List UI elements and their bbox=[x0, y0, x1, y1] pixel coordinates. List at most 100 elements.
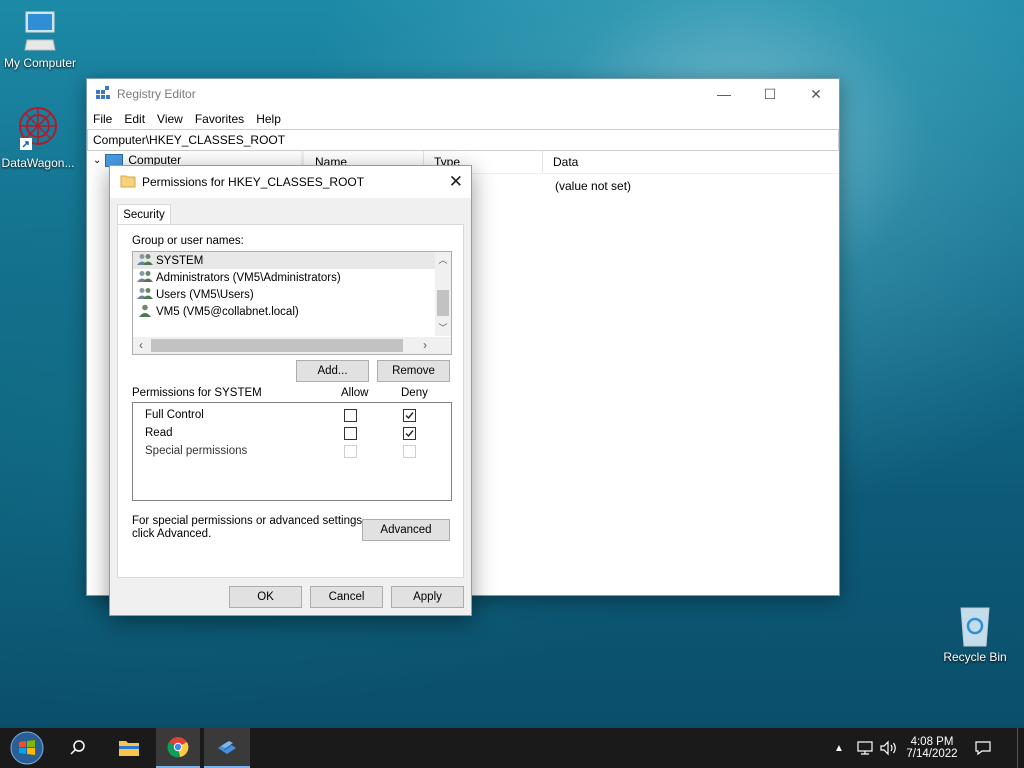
registry-title: Registry Editor bbox=[117, 87, 196, 101]
permission-row-full-control: Full Control bbox=[145, 409, 204, 421]
user-list: SYSTEM Administrators (VM5\Administrator… bbox=[132, 251, 452, 355]
chevron-down-icon[interactable]: ⌄ bbox=[93, 155, 101, 166]
desktop-icon-label: DataWagon... bbox=[1, 156, 75, 170]
user-item-users[interactable]: Users (VM5\Users) bbox=[133, 286, 451, 303]
registry-editor-icon bbox=[218, 741, 236, 754]
allow-checkbox-full-control[interactable] bbox=[344, 409, 357, 422]
desktop-icon-my-computer[interactable]: My Computer bbox=[0, 10, 80, 70]
tab-security[interactable]: Security bbox=[117, 204, 171, 225]
permission-label: Read bbox=[145, 427, 173, 439]
menu-view[interactable]: View bbox=[157, 112, 183, 126]
close-button[interactable]: ✕ bbox=[793, 79, 839, 109]
apply-button[interactable]: Apply bbox=[391, 586, 464, 608]
scrollbar-thumb[interactable] bbox=[437, 290, 449, 316]
windows-logo-icon bbox=[10, 731, 44, 765]
chevron-down-icon[interactable]: ﹀ bbox=[435, 320, 451, 336]
deny-header: Deny bbox=[401, 387, 428, 399]
start-button[interactable] bbox=[0, 728, 54, 768]
permissions-list: Full Control Read Special permissions bbox=[132, 402, 452, 501]
user-name: VM5 (VM5@collabnet.local) bbox=[156, 305, 299, 318]
deny-checkbox-full-control[interactable] bbox=[403, 409, 416, 422]
address-text: Computer\HKEY_CLASSES_ROOT bbox=[93, 133, 286, 147]
taskbar-chrome[interactable] bbox=[156, 728, 200, 768]
chevron-up-icon: ▲ bbox=[834, 742, 844, 754]
chevron-left-icon[interactable]: ‹ bbox=[133, 337, 149, 354]
menu-help[interactable]: Help bbox=[256, 112, 281, 126]
permissions-header: Permissions for SYSTEM bbox=[132, 387, 262, 399]
chevron-up-icon[interactable]: ︿ bbox=[435, 252, 451, 268]
allow-checkbox-special bbox=[344, 445, 357, 458]
permission-row-special: Special permissions bbox=[145, 445, 247, 457]
group-icon bbox=[137, 270, 153, 286]
desktop-icon-recycle-bin[interactable]: Recycle Bin bbox=[935, 602, 1015, 664]
user-item-vm5[interactable]: VM5 (VM5@collabnet.local) bbox=[133, 303, 451, 320]
allow-header: Allow bbox=[341, 387, 369, 399]
search-icon bbox=[70, 740, 85, 755]
cancel-button[interactable]: Cancel bbox=[310, 586, 383, 608]
dialog-close-button[interactable]: ✕ bbox=[449, 172, 463, 192]
add-button[interactable]: Add... bbox=[296, 360, 369, 382]
address-bar[interactable]: Computer\HKEY_CLASSES_ROOT bbox=[87, 129, 839, 151]
permission-label: Special permissions bbox=[145, 445, 248, 457]
user-item-administrators[interactable]: Administrators (VM5\Administrators) bbox=[133, 269, 451, 286]
permissions-dialog: Permissions for HKEY_CLASSES_ROOT ✕ Secu… bbox=[109, 165, 472, 616]
value-data-cell: (value not set) bbox=[555, 179, 632, 193]
user-icon bbox=[137, 304, 153, 320]
menu-bar: File Edit View Favorites Help bbox=[87, 109, 839, 129]
taskbar: ▲ 4:08 PM 7/14/2022 bbox=[0, 728, 1024, 768]
user-list-vertical-scrollbar[interactable]: ︿ ﹀ bbox=[435, 252, 451, 336]
permission-label: Full Control bbox=[145, 409, 204, 421]
desktop-icon-label: Recycle Bin bbox=[943, 650, 1007, 664]
deny-checkbox-read[interactable] bbox=[403, 427, 416, 440]
datawagon-icon bbox=[16, 104, 60, 154]
desktop-icon-datawagon[interactable]: DataWagon... bbox=[0, 104, 78, 170]
clock-time: 4:08 PM bbox=[910, 736, 954, 748]
user-item-system[interactable]: SYSTEM bbox=[133, 252, 451, 269]
user-list-horizontal-scrollbar[interactable]: ‹ › bbox=[133, 337, 451, 354]
taskbar-file-explorer[interactable] bbox=[108, 728, 150, 768]
action-center-button[interactable] bbox=[974, 728, 992, 768]
permission-row-read: Read bbox=[145, 427, 173, 439]
menu-file[interactable]: File bbox=[93, 112, 112, 126]
checkmark-icon bbox=[405, 430, 414, 438]
checkmark-icon bbox=[405, 412, 414, 420]
menu-edit[interactable]: Edit bbox=[124, 112, 145, 126]
dialog-title: Permissions for HKEY_CLASSES_ROOT bbox=[142, 175, 365, 189]
notification-icon bbox=[975, 741, 991, 756]
security-tab-panel: Group or user names: SYSTEM Administrato… bbox=[117, 224, 464, 578]
advanced-note-line-1: For special permissions or advanced sett… bbox=[132, 515, 366, 527]
recycle-bin-icon bbox=[955, 602, 995, 648]
dialog-title-bar[interactable]: Permissions for HKEY_CLASSES_ROOT ✕ bbox=[110, 166, 471, 198]
network-icon[interactable] bbox=[856, 728, 874, 768]
show-hidden-icons-button[interactable]: ▲ bbox=[834, 728, 844, 768]
advanced-button[interactable]: Advanced bbox=[362, 519, 450, 541]
chrome-icon bbox=[167, 737, 189, 758]
search-button[interactable] bbox=[58, 728, 98, 768]
show-desktop-button[interactable] bbox=[1017, 728, 1024, 768]
registry-editor-icon bbox=[95, 85, 111, 104]
group-label: Group or user names: bbox=[132, 235, 244, 247]
taskbar-registry-editor[interactable] bbox=[204, 728, 250, 768]
chevron-right-icon[interactable]: › bbox=[417, 337, 433, 354]
minimize-button[interactable]: — bbox=[701, 79, 747, 109]
allow-checkbox-read[interactable] bbox=[344, 427, 357, 440]
deny-checkbox-special bbox=[403, 445, 416, 458]
volume-icon[interactable] bbox=[879, 728, 899, 768]
clock-date: 7/14/2022 bbox=[906, 748, 958, 760]
advanced-note-line-2: click Advanced. bbox=[132, 528, 212, 540]
clock[interactable]: 4:08 PM 7/14/2022 bbox=[906, 728, 958, 768]
maximize-button[interactable]: ☐ bbox=[747, 79, 793, 109]
user-name: Users (VM5\Users) bbox=[156, 288, 254, 301]
group-icon bbox=[137, 287, 153, 303]
scrollbar-thumb[interactable] bbox=[151, 339, 403, 352]
ok-button[interactable]: OK bbox=[229, 586, 302, 608]
folder-icon bbox=[120, 174, 136, 191]
file-explorer-icon bbox=[119, 741, 139, 756]
group-icon bbox=[137, 253, 153, 269]
column-data[interactable]: Data bbox=[543, 151, 753, 173]
menu-favorites[interactable]: Favorites bbox=[195, 112, 244, 126]
computer-icon bbox=[23, 10, 57, 54]
user-name: SYSTEM bbox=[156, 254, 204, 267]
remove-button[interactable]: Remove bbox=[377, 360, 450, 382]
desktop-icon-label: My Computer bbox=[3, 56, 77, 70]
